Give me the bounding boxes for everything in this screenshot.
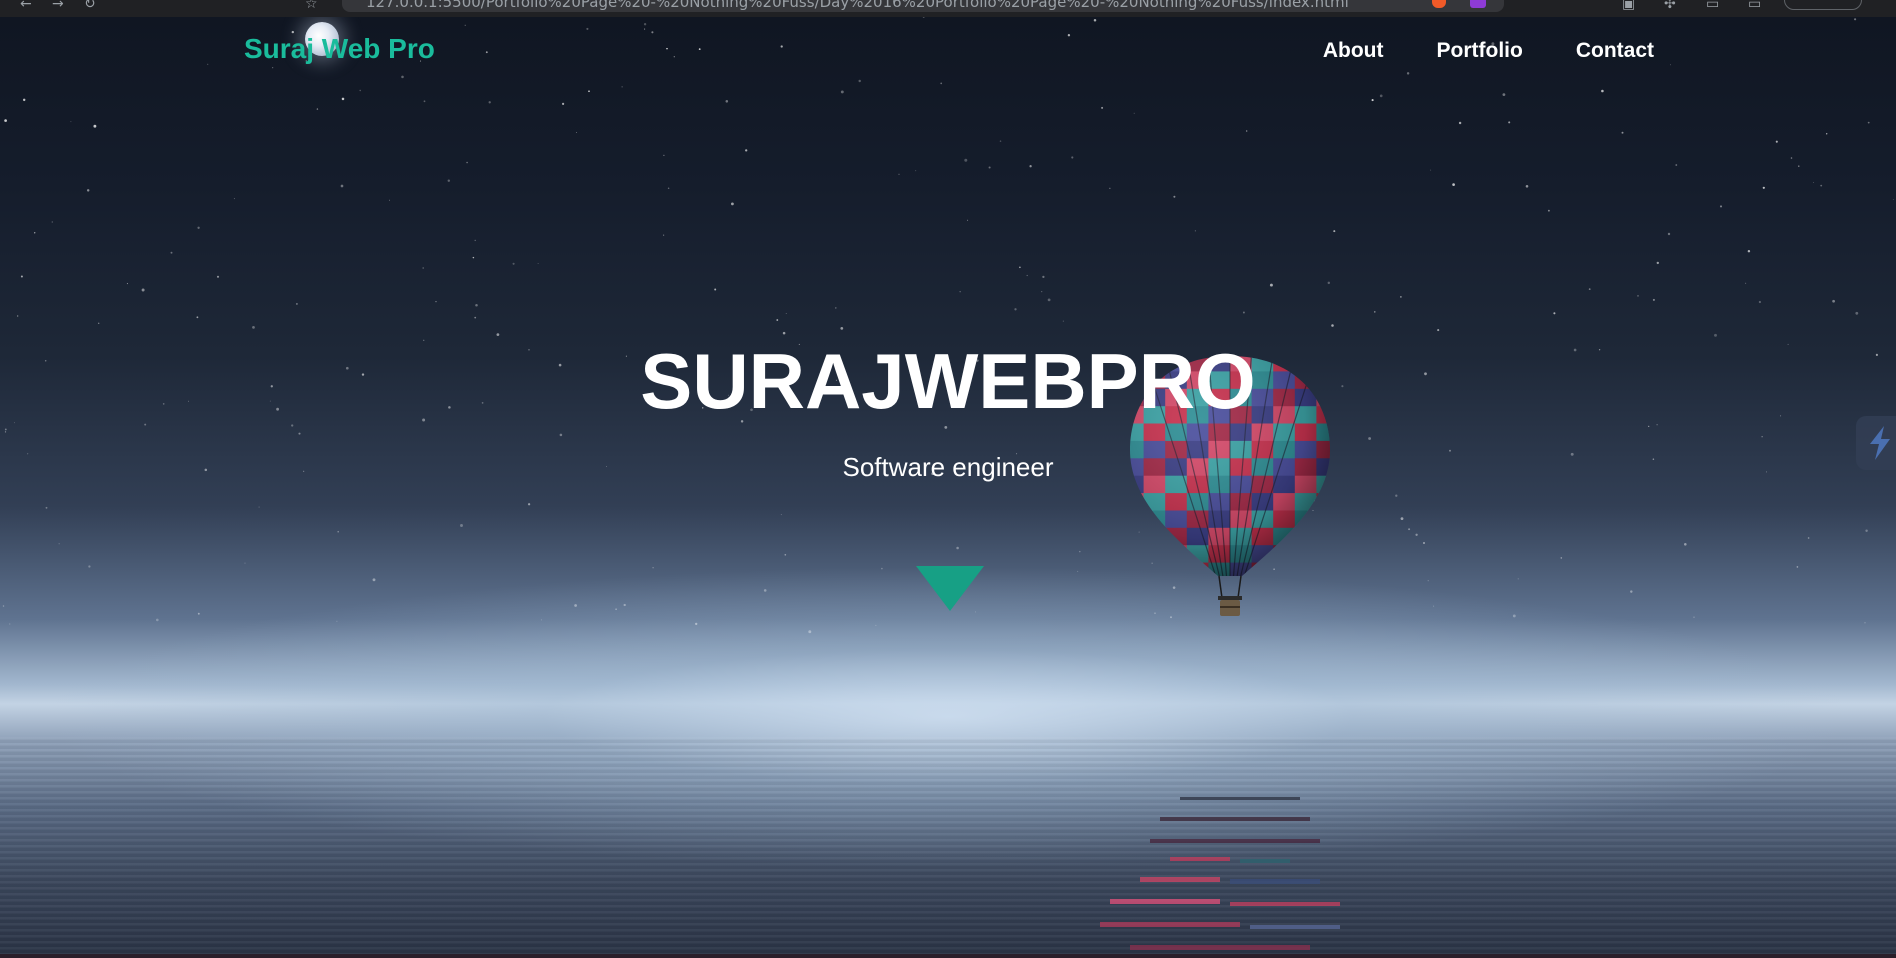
url-text[interactable]: 127.0.0.1:5500/Portfolio%20Page%20-%20No… [366, 0, 1349, 11]
browser-window: ← → ↻ ☆ 127.0.0.1:5500/Portfolio%20Page%… [0, 0, 1896, 958]
nav-links: About Portfolio Contact [1323, 39, 1654, 63]
nav-link-contact[interactable]: Contact [1576, 39, 1654, 63]
downloads-icon[interactable]: ▭ [1706, 0, 1719, 12]
page-bottom-edge [0, 954, 1896, 958]
floating-extension-widget[interactable] [1856, 416, 1896, 470]
browser-toolbar: ← → ↻ ☆ 127.0.0.1:5500/Portfolio%20Page%… [0, 0, 1896, 17]
extension-icon[interactable]: ▣ [1622, 0, 1635, 12]
hero-section [0, 17, 1896, 958]
triangle-extension-icon[interactable] [1470, 0, 1486, 8]
nav-link-portfolio[interactable]: Portfolio [1437, 39, 1523, 63]
hero-subtitle: Software engineer [842, 452, 1054, 482]
puzzle-icon[interactable]: ✣ [1664, 0, 1676, 12]
caret-down-icon[interactable] [916, 566, 984, 611]
address-bar[interactable]: 127.0.0.1:5500/Portfolio%20Page%20-%20No… [342, 0, 1504, 12]
brand-logo-link[interactable]: Suraj Web Pro [244, 33, 435, 65]
hero-title: SURAJWEBPRO [640, 337, 1256, 425]
profile-button[interactable] [1784, 0, 1862, 10]
forward-icon[interactable]: → [52, 0, 64, 12]
bookmark-star-icon[interactable]: ☆ [305, 0, 318, 12]
site-navbar: Suraj Web Pro About Portfolio Contact [0, 17, 1896, 83]
sidebar-icon[interactable]: ▭ [1748, 0, 1761, 12]
back-icon[interactable]: ← [20, 0, 32, 12]
lightning-bolt-icon [1870, 426, 1890, 460]
balloon-reflection [1100, 797, 1340, 950]
reload-icon[interactable]: ↻ [84, 0, 96, 12]
nav-link-about[interactable]: About [1323, 39, 1384, 63]
water-surface [0, 737, 1896, 958]
